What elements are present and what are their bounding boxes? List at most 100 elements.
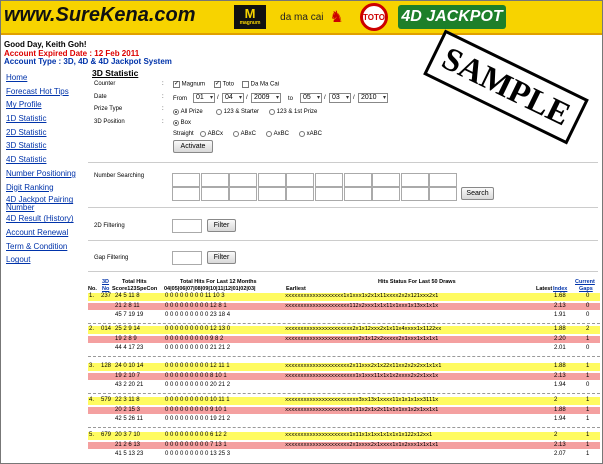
sidebar-item-2d-statistic[interactable]: 2D Statistic	[6, 128, 86, 142]
number-search-input[interactable]	[172, 187, 200, 201]
number-search-input[interactable]	[343, 187, 372, 201]
account-type: Account Type : 3D, 4D & 4D Jackpot Syste…	[4, 57, 172, 66]
row-hit-status: xxxxxxxxxxxxxxxxxxxxxxx1x1xxx11x1x1x2xxx…	[285, 372, 439, 379]
row-current-gap: 2	[586, 326, 590, 332]
straight-abxc[interactable]: ABxC	[233, 131, 256, 138]
number-search-input[interactable]	[257, 187, 286, 201]
row-current-gap: 1	[586, 406, 590, 413]
row-current-gap: 0	[586, 302, 590, 309]
site-name[interactable]: www.SureKena.com	[4, 4, 196, 27]
counter-damacai-label: Da Ma Cai	[250, 81, 280, 88]
check-icon[interactable]: ✓	[173, 81, 180, 88]
sidebar-item-home[interactable]: Home	[6, 73, 86, 87]
straight-abcx[interactable]: ABCx	[200, 131, 223, 138]
row-hit-status: xxxxxxxxxxxxxxxxxxxxx2x1xxxx2x1xxxx1x1x2…	[285, 441, 439, 448]
to-label: to	[288, 96, 294, 102]
prize-all[interactable]: All Prize	[173, 109, 203, 116]
sidebar-item-account-renewal[interactable]: Account Renewal	[6, 228, 86, 242]
from-month-select[interactable]: 04	[222, 93, 244, 103]
counter-damacai[interactable]: Da Ma Cai	[242, 81, 279, 88]
radio[interactable]	[299, 131, 305, 137]
th-current[interactable]: Current	[575, 279, 595, 286]
number-search-input[interactable]	[315, 173, 343, 187]
radio[interactable]	[216, 109, 222, 115]
sidebar-item-1d-statistic[interactable]: 1D Statistic	[6, 114, 86, 128]
number-search-input[interactable]	[372, 173, 401, 187]
prize-123-first[interactable]: 123 & 1st Prize	[269, 109, 317, 116]
row-separator	[88, 323, 600, 324]
colon: :	[162, 81, 164, 87]
divider	[88, 207, 598, 208]
th-gaps[interactable]: Gaps	[579, 286, 593, 293]
filter-2d-input[interactable]	[172, 219, 202, 233]
straight-xabc[interactable]: xABC	[299, 131, 322, 138]
number-search-input[interactable]	[429, 173, 458, 187]
to-year-select[interactable]: 2010	[358, 93, 388, 103]
number-search-input[interactable]	[429, 187, 458, 201]
position-box-label: Box	[180, 120, 192, 126]
row-monthly-hits: 0 0 0 0 0 0 0 0 0 10 11 1	[165, 397, 230, 403]
number-search-input[interactable]	[315, 187, 343, 201]
gap-filter-button[interactable]: Filter	[207, 251, 236, 264]
sidebar-item-4d-result[interactable]: 4D Result (History)	[6, 214, 86, 228]
row-total-hits: 21 2 8 11	[115, 302, 140, 309]
gap-filter-input[interactable]	[172, 251, 202, 265]
counter-magnum[interactable]: ✓ Magnum	[173, 81, 205, 88]
number-search-input[interactable]	[229, 173, 258, 187]
th-3d[interactable]: 3D	[102, 279, 109, 286]
radio[interactable]	[266, 131, 272, 137]
radio[interactable]	[233, 131, 239, 137]
table-row: 3. 128 24 0 10 14 0 0 0 0 0 0 0 0 0 12 11 1…	[88, 363, 600, 371]
row-total-hits: 22 3 11 8	[115, 397, 140, 403]
number-search-input[interactable]	[343, 173, 372, 187]
prize-123-starter[interactable]: 123 & Starter	[216, 109, 259, 116]
th-3d-no[interactable]: No	[102, 286, 109, 293]
sidebar-item-number-positioning[interactable]: Number Positioning	[6, 169, 86, 183]
straight-axbc[interactable]: AxBC	[266, 131, 289, 138]
sidebar-item-3d-statistic[interactable]: 3D Statistic	[6, 141, 86, 155]
number-search-input[interactable]	[400, 187, 429, 201]
row-current-gap: 0	[586, 312, 590, 318]
number-search-input[interactable]	[229, 187, 258, 201]
th-index[interactable]: Index	[553, 286, 567, 293]
prize-all-label: All Prize	[180, 109, 203, 115]
radio[interactable]	[269, 109, 275, 115]
number-search-input[interactable]	[372, 187, 401, 201]
row-index: 2	[554, 397, 558, 403]
number-search-input[interactable]	[400, 173, 429, 187]
row-hit-status: xxxxxxxxxxxxxxxxxxxxx1x11x2x1x2x11x1x1xx…	[285, 406, 439, 413]
from-day-select[interactable]: 01	[193, 93, 215, 103]
number-search-input[interactable]	[200, 173, 229, 187]
row-monthly-hits: 0 0 0 0 0 0 0 0 0 9 10 1	[165, 406, 227, 413]
sidebar-item-digit-ranking[interactable]: Digit Ranking	[6, 183, 86, 197]
sidebar-item-forecast[interactable]: Forecast Hot Tips	[6, 87, 86, 101]
straight-axbc-label: AxBC	[273, 131, 290, 137]
sidebar-item-4d-statistic[interactable]: 4D Statistic	[6, 155, 86, 169]
to-month-select[interactable]: 03	[329, 93, 351, 103]
magnum-text: magnum	[239, 20, 261, 26]
radio-selected[interactable]	[173, 109, 179, 115]
search-button[interactable]: Search	[461, 187, 494, 200]
filter-2d-button[interactable]: Filter	[207, 219, 236, 232]
number-search-input[interactable]	[200, 187, 229, 201]
check-icon[interactable]: ✓	[214, 81, 221, 88]
sidebar-item-profile[interactable]: My Profile	[6, 100, 86, 114]
sidebar-item-terms[interactable]: Term & Condition	[6, 242, 86, 256]
number-search-input[interactable]	[172, 173, 200, 187]
position-box[interactable]: Box	[173, 120, 191, 127]
to-day-select[interactable]: 05	[300, 93, 322, 103]
sidebar-nav: Home Forecast Hot Tips My Profile 1D Sta…	[6, 73, 86, 269]
radio-selected[interactable]	[173, 120, 179, 126]
row-current-gap: 1	[586, 432, 590, 438]
from-year-select[interactable]: 2009	[251, 93, 281, 103]
number-search-input[interactable]	[286, 173, 315, 187]
radio[interactable]	[200, 131, 206, 137]
number-search-input[interactable]	[257, 173, 286, 187]
table-row: 41 5 13 23 0 0 0 0 0 0 0 0 0 13 25 3 2.07 1	[88, 451, 600, 459]
checkbox-empty[interactable]	[242, 81, 249, 88]
sidebar-item-jackpot-pairing[interactable]: 4D Jackpot Pairing Number	[6, 196, 86, 214]
number-search-input[interactable]	[286, 187, 315, 201]
sidebar-item-logout[interactable]: Logout	[6, 255, 86, 269]
activate-button[interactable]: Activate	[173, 140, 213, 153]
counter-toto[interactable]: ✓ Toto	[214, 81, 234, 88]
